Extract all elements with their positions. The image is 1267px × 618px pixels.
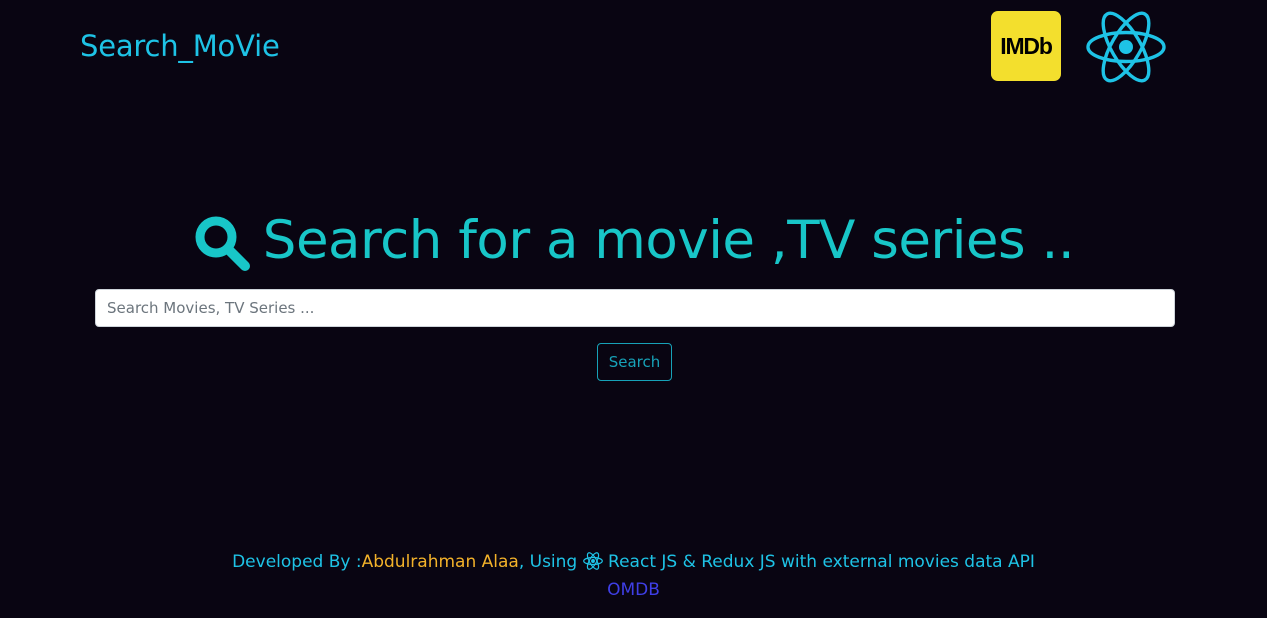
react-atom-icon (1086, 11, 1166, 83)
footer-author: Abdulrahman Alaa (361, 552, 519, 572)
search-input[interactable] (95, 289, 1175, 327)
omdb-link[interactable]: OMDB (0, 576, 1267, 604)
hero-title: Search for a movie ,TV series .. (262, 210, 1075, 271)
imdb-logo-text: IMDb (1000, 32, 1053, 59)
footer-credits: Developed By :Abdulrahman Alaa, Using Re… (0, 548, 1267, 576)
brand-link[interactable]: Search_MoVie (80, 26, 280, 66)
magnifier-icon (195, 216, 250, 271)
imdb-logo: IMDb (991, 11, 1061, 81)
footer-using: , Using (518, 552, 583, 572)
footer-prefix: Developed By : (232, 552, 362, 572)
search-button[interactable]: Search (597, 343, 672, 381)
footer-tech: React JS & Redux JS with external movies… (602, 552, 1035, 572)
app-page: Search_MoVie IMDb Search for a movie ,TV… (0, 0, 1267, 618)
footer: Developed By :Abdulrahman Alaa, Using Re… (0, 548, 1267, 604)
hero-heading: Search for a movie ,TV series .. (0, 206, 1267, 276)
react-small-icon (582, 552, 603, 570)
